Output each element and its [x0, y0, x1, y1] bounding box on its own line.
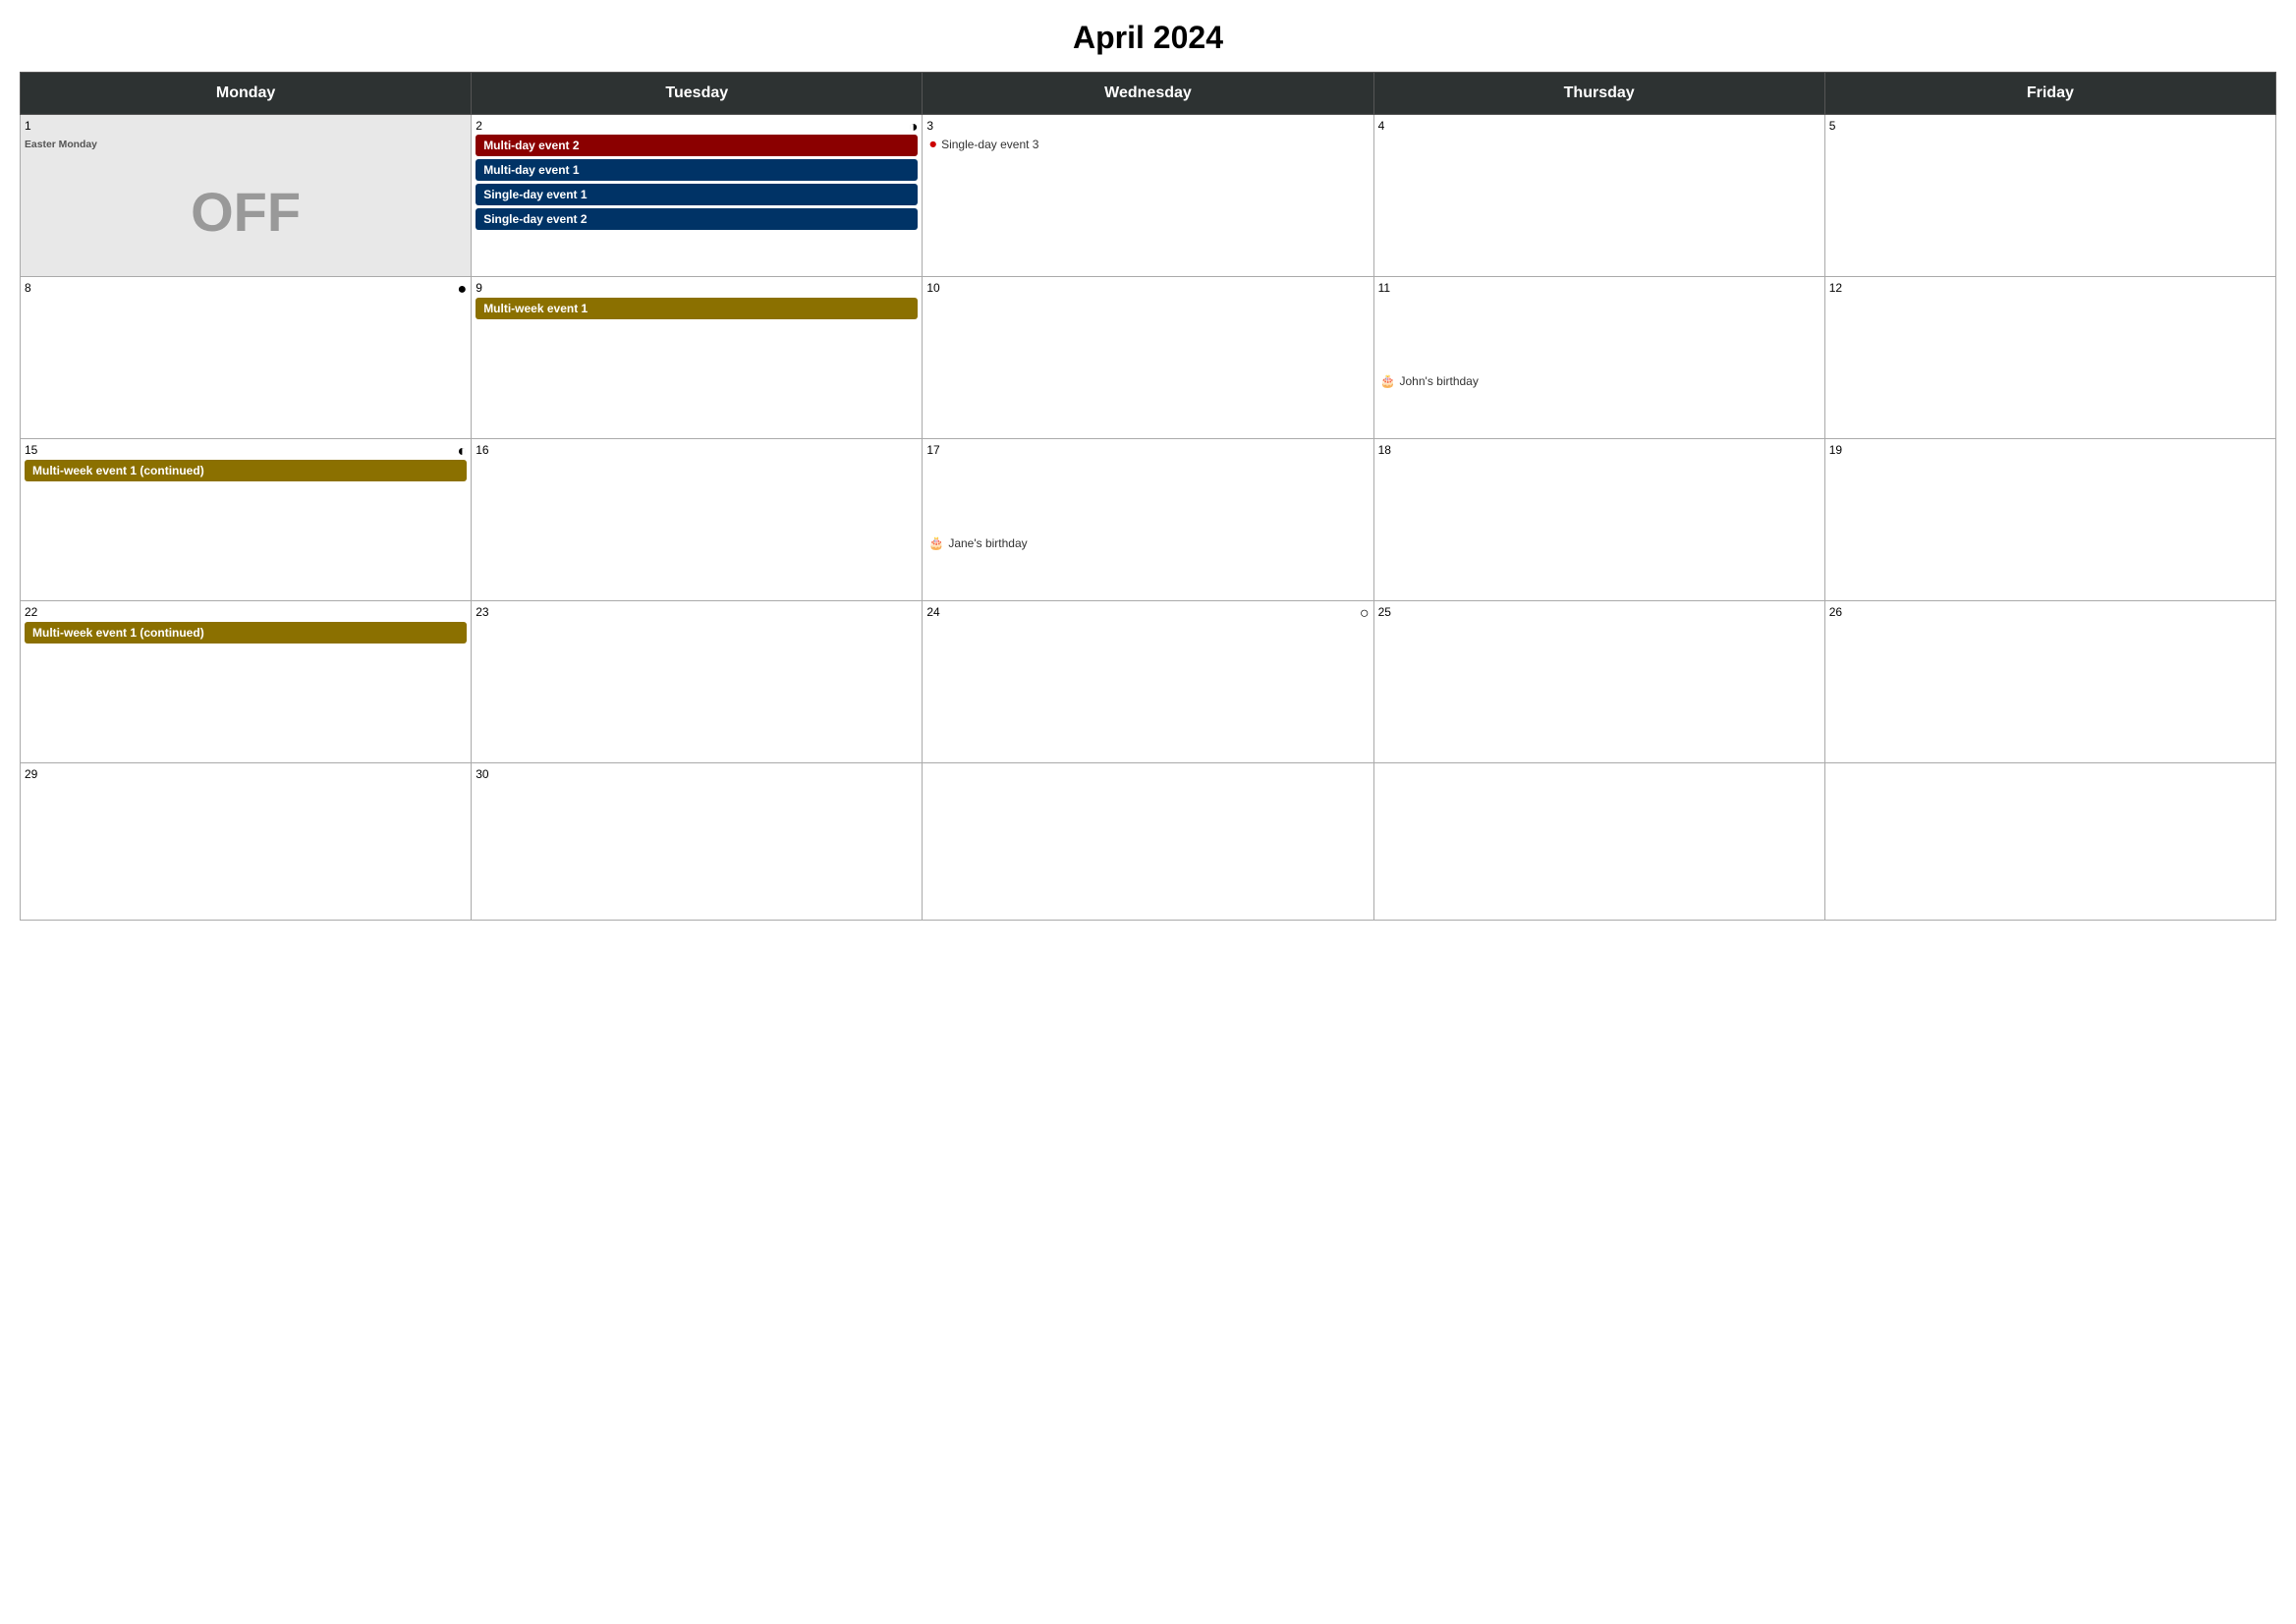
- week-row-5: 29 30: [21, 763, 2276, 921]
- day-number-5: 5: [1829, 119, 2271, 133]
- multiweek-event-1[interactable]: Multi-week event 1: [476, 298, 918, 319]
- dot-icon: ●: [928, 137, 937, 152]
- multiday2-event[interactable]: Multi-day event 2: [476, 135, 918, 156]
- day-25: 25: [1373, 601, 1824, 763]
- day-number-10: 10: [926, 281, 1369, 295]
- moon-half-right-icon: ◑: [909, 119, 919, 137]
- col-thursday: Thursday: [1373, 73, 1824, 115]
- moon-new-icon: ○: [1360, 605, 1370, 623]
- calendar-title: April 2024: [20, 20, 2276, 56]
- day-number-23: 23: [476, 605, 918, 619]
- col-friday: Friday: [1824, 73, 2275, 115]
- day-15: 15 ◐ Multi-week event 1 (continued): [21, 439, 472, 601]
- single-event-3-dot[interactable]: ● Single-day event 3: [928, 137, 1367, 152]
- day-17: 17 🎂 Jane's birthday: [923, 439, 1373, 601]
- single-event-2[interactable]: Single-day event 2: [476, 208, 918, 230]
- day-30: 30: [472, 763, 923, 921]
- day-number-11: 11: [1378, 281, 1820, 295]
- col-wednesday: Wednesday: [923, 73, 1373, 115]
- day-number-29: 29: [25, 767, 467, 781]
- day-24: 24 ○: [923, 601, 1373, 763]
- day-number-3: 3: [926, 119, 1369, 133]
- week-row-4: 22 Multi-week event 1 (continued) 23 24 …: [21, 601, 2276, 763]
- day-12: 12: [1824, 277, 2275, 439]
- header-row: Monday Tuesday Wednesday Thursday Friday: [21, 73, 2276, 115]
- multiweek-event-1-cont-w4[interactable]: Multi-week event 1 (continued): [25, 622, 467, 644]
- day-number-22: 22: [25, 605, 467, 619]
- off-text: OFF: [191, 180, 301, 244]
- day-16: 16: [472, 439, 923, 601]
- day-number-9: 9: [476, 281, 918, 295]
- calendar-table: Monday Tuesday Wednesday Thursday Friday…: [20, 72, 2276, 921]
- day-empty-2: [1373, 763, 1824, 921]
- easter-label: Easter Monday: [25, 140, 97, 150]
- john-birthday-label: John's birthday: [1400, 374, 1479, 388]
- day-empty-3: [1824, 763, 2275, 921]
- col-monday: Monday: [21, 73, 472, 115]
- single-event-1[interactable]: Single-day event 1: [476, 184, 918, 205]
- day-number-24: 24 ○: [926, 605, 1369, 619]
- day-number-30: 30: [476, 767, 918, 781]
- day-3: 3 ● Single-day event 3: [923, 115, 1373, 277]
- birthday-icon-john: 🎂: [1380, 373, 1396, 389]
- day-4: 4: [1373, 115, 1824, 277]
- day-26: 26: [1824, 601, 2275, 763]
- col-tuesday: Tuesday: [472, 73, 923, 115]
- birthday-icon-jane: 🎂: [928, 535, 944, 551]
- day-29: 29: [21, 763, 472, 921]
- day-number-17: 17: [926, 443, 1369, 457]
- day-number-15: 15 ◐: [25, 443, 467, 457]
- jane-birthday-label: Jane's birthday: [948, 536, 1027, 550]
- day-10: 10: [923, 277, 1373, 439]
- single-event-3-label: Single-day event 3: [941, 138, 1038, 151]
- week-row-2: 8 ● 9 Multi-week event 1 10 11 🎂 John's …: [21, 277, 2276, 439]
- day-number-2: 2 ◑: [476, 119, 918, 133]
- day-number-26: 26: [1829, 605, 2271, 619]
- day-18: 18: [1373, 439, 1824, 601]
- day-number-19: 19: [1829, 443, 2271, 457]
- moon-half-left-icon: ◐: [458, 443, 468, 461]
- john-birthday: 🎂 John's birthday: [1380, 373, 1819, 389]
- day-9: 9 Multi-week event 1: [472, 277, 923, 439]
- multiday1-event[interactable]: Multi-day event 1: [476, 159, 918, 181]
- multiweek-event-1-cont-w3[interactable]: Multi-week event 1 (continued): [25, 460, 467, 481]
- moon-full-icon: ●: [458, 281, 468, 299]
- jane-birthday: 🎂 Jane's birthday: [928, 535, 1367, 551]
- day-22: 22 Multi-week event 1 (continued): [21, 601, 472, 763]
- day-number-12: 12: [1829, 281, 2271, 295]
- day-19: 19: [1824, 439, 2275, 601]
- week-row-3: 15 ◐ Multi-week event 1 (continued) 16 1…: [21, 439, 2276, 601]
- day-5: 5: [1824, 115, 2275, 277]
- day-number-8: 8 ●: [25, 281, 467, 295]
- day-number-16: 16: [476, 443, 918, 457]
- day-23: 23: [472, 601, 923, 763]
- day-8: 8 ●: [21, 277, 472, 439]
- day-1: 1 Easter Monday OFF: [21, 115, 472, 277]
- day-number-1: 1: [25, 119, 467, 133]
- day-number-25: 25: [1378, 605, 1820, 619]
- day-empty-1: [923, 763, 1373, 921]
- day-11: 11 🎂 John's birthday: [1373, 277, 1824, 439]
- day-number-18: 18: [1378, 443, 1820, 457]
- day-number-4: 4: [1378, 119, 1820, 133]
- day-2: 2 ◑ Multi-day event 2 Multi-day event 1 …: [472, 115, 923, 277]
- week-row-1: 1 Easter Monday OFF 2 ◑ Multi-day event …: [21, 115, 2276, 277]
